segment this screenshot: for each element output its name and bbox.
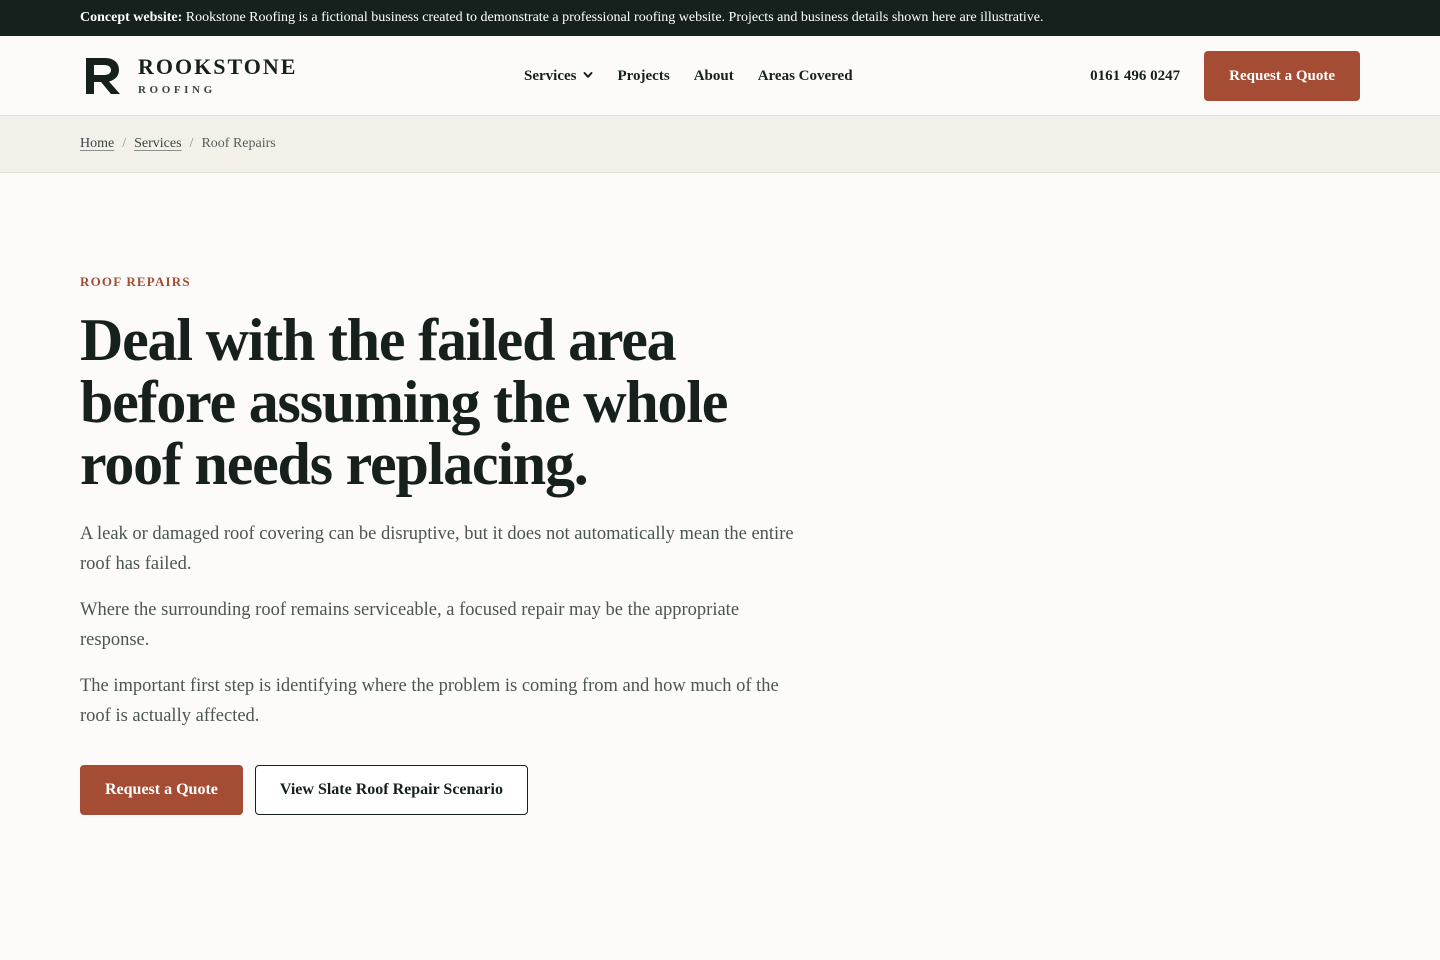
nav-item-areas-covered[interactable]: Areas Covered xyxy=(758,68,853,85)
header-actions: 0161 496 0247 Request a Quote xyxy=(1090,51,1360,101)
breadcrumb-separator: / xyxy=(189,136,194,151)
logo-name: ROOKSTONE xyxy=(138,53,298,79)
breadcrumb: Home / Services / Roof Repairs xyxy=(0,116,1440,173)
hero-request-quote-button[interactable]: Request a Quote xyxy=(80,765,243,815)
breadcrumb-separator: / xyxy=(122,136,127,151)
nav-item-projects[interactable]: Projects xyxy=(617,68,669,85)
logo-link[interactable]: ROOKSTONE ROOFING xyxy=(80,53,298,96)
header-request-quote-button[interactable]: Request a Quote xyxy=(1204,51,1360,101)
hero-paragraph: Where the surrounding roof remains servi… xyxy=(80,600,740,650)
rookstone-r-logo-icon xyxy=(86,57,120,94)
nav-item-services[interactable]: Services xyxy=(524,68,593,85)
concept-banner-label: Concept website: xyxy=(80,10,183,25)
hero-paragraph: The important first step is identifying … xyxy=(80,676,779,726)
page-title: Deal with the failed area before assumin… xyxy=(80,307,728,497)
chevron-down-icon xyxy=(583,72,593,78)
breadcrumb-services-link[interactable]: Services xyxy=(134,136,181,152)
hero-actions: Request a Quote View Slate Roof Repair S… xyxy=(80,765,820,815)
nav-item-services-label: Services xyxy=(524,67,577,84)
logo-text: ROOKSTONE ROOFING xyxy=(138,53,298,96)
phone-link[interactable]: 0161 496 0247 xyxy=(1090,68,1180,85)
logo-subtitle: ROOFING xyxy=(138,83,216,96)
concept-banner: Concept website: Rookstone Roofing is a … xyxy=(0,0,1440,36)
concept-banner-text: Rookstone Roofing is a fictional busines… xyxy=(182,10,1044,25)
main-nav: Services Projects About Areas Covered xyxy=(524,36,853,116)
site-header: ROOKSTONE ROOFING Services Projects Abou… xyxy=(0,36,1440,116)
hero-eyebrow: ROOF REPAIRS xyxy=(80,274,191,289)
hero-paragraph: A leak or damaged roof covering can be d… xyxy=(80,524,794,574)
breadcrumb-current: Roof Repairs xyxy=(201,136,276,151)
hero-section: ROOF REPAIRS Deal with the failed area b… xyxy=(0,173,820,815)
nav-item-about[interactable]: About xyxy=(694,68,734,85)
view-scenario-button[interactable]: View Slate Roof Repair Scenario xyxy=(254,765,528,815)
breadcrumb-home-link[interactable]: Home xyxy=(80,136,114,152)
